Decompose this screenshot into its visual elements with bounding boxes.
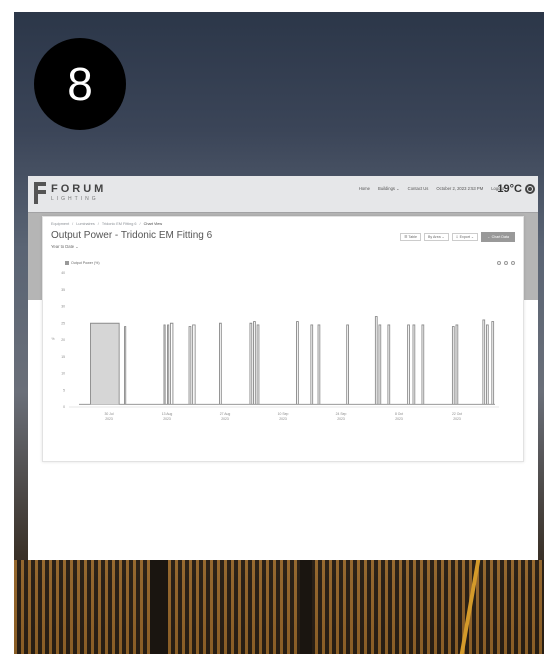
- series-area: [90, 323, 120, 405]
- legend-label: Output Power (%): [71, 261, 100, 265]
- legend-swatch: [65, 261, 69, 265]
- series-pulse: [455, 324, 459, 405]
- zoom-out-icon[interactable]: [504, 261, 508, 265]
- series-pulse: [253, 321, 256, 405]
- step-number-badge: 8: [34, 38, 126, 130]
- series-pulse: [387, 324, 391, 405]
- output-power-chart: 0510152025303540%30 Jul202313 Aug202327 …: [51, 271, 499, 421]
- x-tick-label: 27 Aug: [220, 412, 231, 416]
- reset-zoom-icon[interactable]: [511, 261, 515, 265]
- series-pulse: [256, 324, 260, 405]
- y-tick-label: 10: [61, 372, 65, 376]
- series-pulse: [296, 321, 299, 405]
- breadcrumb-equipment[interactable]: Equipment: [51, 222, 69, 226]
- forum-lighting-logo[interactable]: FORUM LIGHTING: [34, 182, 106, 204]
- x-tick-label: 2023: [395, 417, 403, 421]
- series-pulse: [169, 322, 174, 405]
- series-pulse: [317, 324, 321, 405]
- breadcrumb-separator: /: [139, 222, 141, 226]
- series-pulse: [374, 316, 378, 405]
- chart-legend[interactable]: Output Power (%): [65, 261, 100, 265]
- breadcrumb: Equipment / Luminaires / Tridonic EM Fit…: [51, 222, 162, 226]
- top-navigation-bar: FORUM LIGHTING Home Buildings ⌄ Contact …: [28, 176, 538, 213]
- breadcrumb-separator: /: [72, 222, 74, 226]
- date-range-select[interactable]: Year to Date ⌄: [51, 244, 79, 249]
- chart-card: Equipment / Luminaires / Tridonic EM Fit…: [42, 216, 524, 462]
- series-pulse: [219, 322, 222, 405]
- series-pulse: [310, 324, 314, 405]
- current-datetime: October 2, 2023 2:53 PM: [436, 186, 484, 191]
- left-border: [0, 0, 14, 654]
- x-tick-label: 8 Oct: [395, 412, 403, 416]
- nav-contact-link[interactable]: Contact Us: [408, 186, 429, 191]
- nav-buildings-dropdown[interactable]: Buildings ⌄: [378, 186, 400, 191]
- y-tick-label: 35: [61, 288, 65, 292]
- x-tick-label: 24 Sep: [336, 412, 347, 416]
- y-tick-label: 40: [61, 271, 65, 275]
- chart-data-button[interactable]: ← Chart Data: [481, 232, 515, 242]
- y-tick-label: 15: [61, 355, 65, 359]
- series-pulse: [378, 324, 382, 405]
- x-tick-label: 13 Aug: [162, 412, 173, 416]
- x-tick-label: 2023: [221, 417, 229, 421]
- breadcrumb-fitting[interactable]: Tridonic EM Fitting 6: [102, 222, 137, 226]
- gear-icon[interactable]: [525, 184, 535, 194]
- logo-subtitle: LIGHTING: [51, 196, 99, 202]
- series-pulse: [421, 324, 425, 405]
- x-tick-label: 2023: [105, 417, 113, 421]
- top-border: [0, 0, 544, 12]
- breadcrumb-luminaires[interactable]: Luminaires: [76, 222, 95, 226]
- temperature-readout: 19°C: [497, 183, 522, 195]
- table-view-button[interactable]: ☰ Table: [400, 233, 421, 241]
- series-pulse: [249, 322, 253, 405]
- series-pulse: [163, 324, 166, 405]
- chart-controls: [497, 261, 515, 265]
- x-tick-label: 2023: [279, 417, 287, 421]
- page-title: Output Power - Tridonic EM Fitting 6: [51, 230, 213, 241]
- x-tick-label: 30 Jul: [104, 412, 113, 416]
- export-dropdown[interactable]: ⇩ Export ⌄: [451, 233, 479, 241]
- by-area-dropdown[interactable]: By Area ⌄: [424, 233, 449, 241]
- x-tick-label: 10 Sep: [278, 412, 289, 416]
- y-tick-label: 0: [63, 405, 65, 409]
- series-pulse: [167, 324, 170, 405]
- series-pulse: [346, 324, 349, 405]
- series-pulse: [407, 324, 410, 405]
- series-pulse: [192, 324, 196, 405]
- x-tick-label: 22 Oct: [452, 412, 462, 416]
- top-nav-links: Home Buildings ⌄ Contact Us October 2, 2…: [359, 186, 504, 191]
- y-tick-label: 25: [61, 321, 65, 325]
- building-shadow: [300, 560, 312, 654]
- building-shadow: [150, 560, 168, 654]
- series-pulse: [451, 326, 455, 405]
- series-pulse: [486, 324, 489, 405]
- breadcrumb-chart-view: Chart View: [143, 222, 163, 226]
- y-axis-label: %: [51, 337, 54, 341]
- series-pulse: [188, 326, 192, 405]
- y-tick-label: 30: [61, 305, 65, 309]
- zoom-in-icon[interactable]: [497, 261, 501, 265]
- logo-icon: [34, 182, 46, 204]
- breadcrumb-separator: /: [97, 222, 99, 226]
- x-tick-label: 2023: [453, 417, 461, 421]
- series-pulse: [412, 324, 416, 405]
- x-tick-label: 2023: [337, 417, 345, 421]
- logo-title: FORUM: [51, 183, 107, 195]
- y-tick-label: 20: [61, 338, 65, 342]
- x-tick-label: 2023: [163, 417, 171, 421]
- series-pulse: [491, 321, 495, 405]
- series-pulse: [124, 326, 127, 405]
- chart-toolbar: ☰ Table By Area ⌄ ⇩ Export ⌄ ← Chart Dat…: [400, 232, 515, 242]
- y-tick-label: 5: [63, 388, 65, 392]
- nav-home-link[interactable]: Home: [359, 186, 370, 191]
- app-screenshot: FORUM LIGHTING Home Buildings ⌄ Contact …: [28, 176, 538, 560]
- series-pulse: [482, 319, 486, 405]
